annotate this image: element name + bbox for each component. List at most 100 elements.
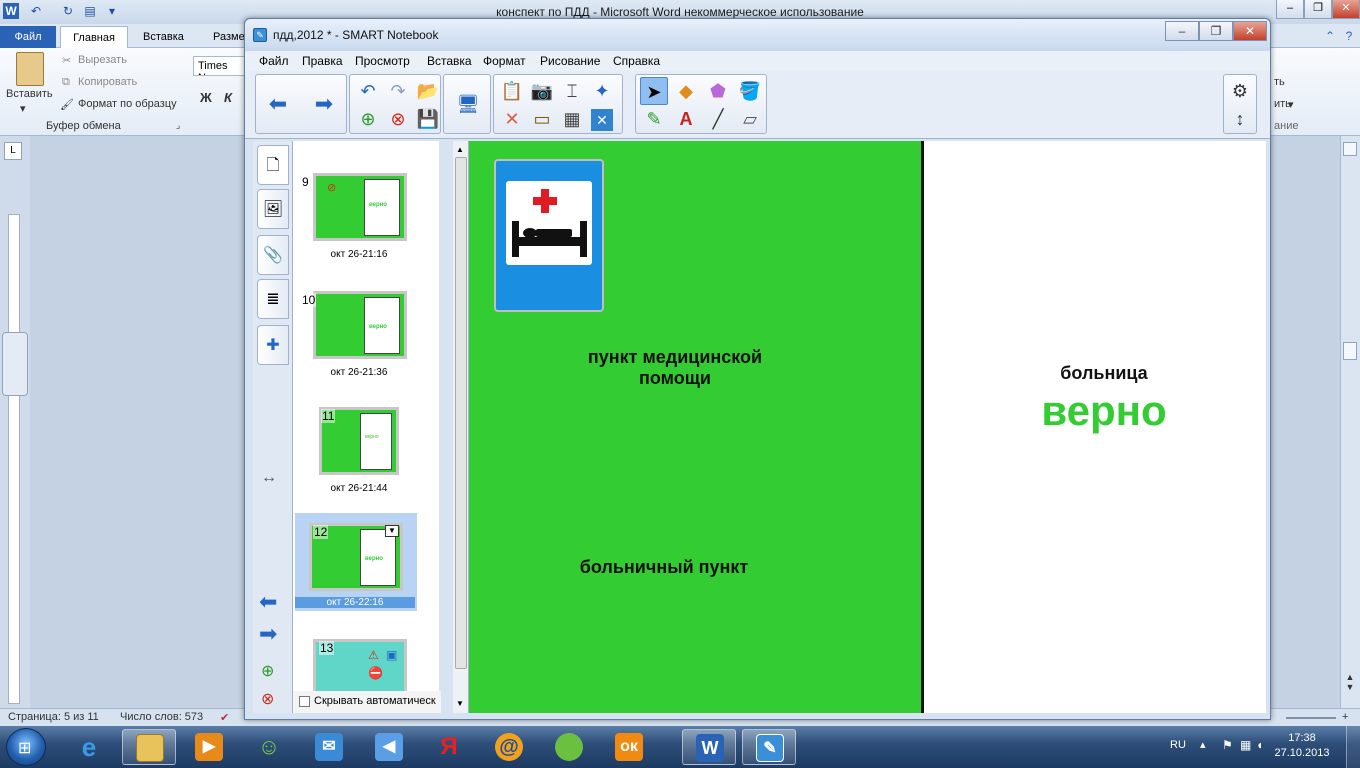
- taskbar-yandex[interactable]: Я: [422, 729, 476, 765]
- delete-icon[interactable]: ✕: [498, 105, 526, 133]
- help-icon[interactable]: ?: [1341, 28, 1357, 44]
- add-page-icon[interactable]: ⊕: [354, 105, 382, 133]
- notebook-app-icon[interactable]: ✎: [253, 28, 267, 42]
- page-thumbnail-selected[interactable]: верно 12 ▼ окт 26-22:16: [295, 513, 417, 611]
- page-thumbnail[interactable]: верно 9 ⊘ окт 26-21:16: [299, 173, 419, 269]
- answer-option-2[interactable]: больничный пункт: [559, 557, 769, 578]
- menu-insert[interactable]: Вставка: [427, 54, 472, 68]
- taskbar-odnoklassniki[interactable]: ок: [602, 729, 656, 765]
- table-icon[interactable]: ▦: [558, 105, 586, 133]
- system-clock[interactable]: 17:38 27.10.2013: [1270, 731, 1334, 761]
- attachments-tab-icon[interactable]: 📎: [257, 235, 289, 275]
- delete-page-icon[interactable]: ⊗: [384, 105, 412, 133]
- eraser-magic-icon[interactable]: ⬟: [704, 77, 732, 105]
- fill-icon[interactable]: 🪣: [736, 77, 764, 105]
- menu-help[interactable]: Справка: [613, 54, 660, 68]
- cut-button[interactable]: Вырезать: [78, 54, 127, 66]
- menu-file[interactable]: Файл: [259, 54, 289, 68]
- taskbar-sound[interactable]: ◀: [362, 729, 416, 765]
- resize-panel-icon[interactable]: ↔: [261, 469, 277, 487]
- taskbar-mailru[interactable]: @: [482, 729, 536, 765]
- notebook-close-button[interactable]: ✕: [1233, 21, 1267, 41]
- sorter-next-icon[interactable]: ➡: [259, 621, 277, 647]
- close-icon[interactable]: ✕: [591, 109, 613, 131]
- shapes-icon[interactable]: ◆: [672, 77, 700, 105]
- line-icon[interactable]: ╱: [704, 105, 732, 133]
- zoom-slider[interactable]: [1286, 717, 1336, 719]
- customize-qat-icon[interactable]: ▾: [104, 3, 120, 19]
- view-ruler-icon[interactable]: [1343, 142, 1357, 156]
- sorter-add-page-icon[interactable]: ⊕: [261, 661, 274, 681]
- word-close-button[interactable]: ✕: [1332, 0, 1360, 19]
- sorter-prev-icon[interactable]: ⬅: [259, 589, 277, 615]
- screen-capture-icon[interactable]: 📷: [528, 77, 556, 105]
- tab-selector-icon[interactable]: L: [4, 142, 22, 160]
- undo-icon[interactable]: ↶: [28, 3, 44, 19]
- word-scroll-thumb[interactable]: [1343, 342, 1357, 360]
- word-app-icon[interactable]: W: [3, 3, 19, 19]
- menu-format[interactable]: Формат: [483, 54, 526, 68]
- auto-hide-checkbox[interactable]: [299, 696, 310, 707]
- start-button[interactable]: ⊞: [6, 728, 46, 766]
- notebook-minimize-button[interactable]: –: [1165, 21, 1199, 41]
- copy-button[interactable]: Копировать: [78, 76, 137, 88]
- taskbar-word[interactable]: W: [682, 729, 736, 765]
- notebook-restore-button[interactable]: ❐: [1199, 21, 1233, 41]
- adobe-icon[interactable]: ✦: [588, 77, 616, 105]
- sorter-delete-page-icon[interactable]: ⊗: [261, 689, 274, 709]
- verdict-text[interactable]: верно: [994, 387, 1214, 435]
- page-thumbnail[interactable]: ⚠ ▣ ⛔ 13: [299, 639, 419, 691]
- volume-icon[interactable]: ◖: [1256, 738, 1263, 752]
- save-icon[interactable]: 💾: [414, 105, 442, 133]
- paste-icon[interactable]: 📋: [498, 77, 526, 105]
- network-icon[interactable]: ▦: [1240, 738, 1251, 752]
- scroll-up-icon[interactable]: ▲: [456, 145, 464, 154]
- right-answer-word[interactable]: больница: [994, 363, 1214, 384]
- scroll-down-icon[interactable]: ▼: [456, 699, 464, 708]
- open-folder-icon[interactable]: 📂: [414, 77, 442, 105]
- action-center-flag-icon[interactable]: ⚑: [1222, 738, 1233, 752]
- menu-draw[interactable]: Рисование: [540, 54, 600, 68]
- canvas-scrollbar[interactable]: ▲ ▼: [453, 141, 469, 713]
- ribbon-dropdown-icon[interactable]: ▾: [1288, 98, 1294, 111]
- taskbar-ie[interactable]: e: [62, 729, 116, 765]
- answer-panel[interactable]: больница верно: [921, 141, 1266, 713]
- properties-tab-icon[interactable]: ≣: [257, 279, 289, 319]
- taskbar-media[interactable]: ▶: [182, 729, 236, 765]
- previous-page-icon[interactable]: ⬅: [264, 90, 292, 118]
- bold-button[interactable]: Ж: [200, 90, 212, 105]
- tab-file[interactable]: Файл: [0, 26, 56, 48]
- tab-insert[interactable]: Вставка: [133, 26, 194, 48]
- paste-button[interactable]: Вставить: [6, 88, 53, 100]
- page-thumbnail[interactable]: верно 10 окт 26-21:36: [299, 291, 419, 387]
- word-count-status[interactable]: Число слов: 573: [120, 711, 203, 723]
- menu-view[interactable]: Просмотр: [355, 54, 410, 68]
- select-pointer-icon[interactable]: ➤: [640, 77, 668, 105]
- notebook-floating-tab-icon[interactable]: [2, 332, 28, 396]
- move-toolbar-icon[interactable]: ↕: [1226, 105, 1254, 133]
- addons-tab-icon[interactable]: ✚: [257, 325, 289, 365]
- slide-canvas[interactable]: пункт медицинской помощи больничный пунк…: [469, 141, 1266, 713]
- show-desktop-button[interactable]: [1346, 726, 1360, 768]
- taskbar-messenger[interactable]: ☺: [242, 729, 296, 765]
- tab-home[interactable]: Главная: [60, 26, 128, 48]
- language-indicator[interactable]: RU: [1170, 739, 1186, 751]
- page-thumbnail[interactable]: верно 11 окт 26-21:44: [299, 407, 419, 503]
- next-page-icon[interactable]: ➡: [310, 90, 338, 118]
- settings-gear-icon[interactable]: ⚙: [1226, 77, 1254, 105]
- screen-shade-icon[interactable]: 🖥: [454, 90, 482, 118]
- taskbar-explorer[interactable]: [122, 729, 176, 765]
- redo-icon[interactable]: ↻: [60, 3, 76, 19]
- proofing-icon[interactable]: ✔: [220, 711, 229, 724]
- taskbar-games[interactable]: [542, 729, 596, 765]
- pens-icon[interactable]: ✎: [640, 105, 668, 133]
- zoom-in-icon[interactable]: +: [1342, 711, 1348, 723]
- word-restore-button[interactable]: ❐: [1304, 0, 1332, 19]
- italic-button[interactable]: К: [224, 90, 232, 105]
- undo-icon[interactable]: ↶: [354, 77, 382, 105]
- word-minimize-button[interactable]: –: [1276, 0, 1304, 19]
- format-painter-button[interactable]: Формат по образцу: [78, 98, 177, 110]
- text-icon[interactable]: A: [672, 105, 700, 133]
- font-name-box[interactable]: Times Ne: [193, 56, 245, 76]
- eraser-icon[interactable]: ▱: [736, 105, 764, 133]
